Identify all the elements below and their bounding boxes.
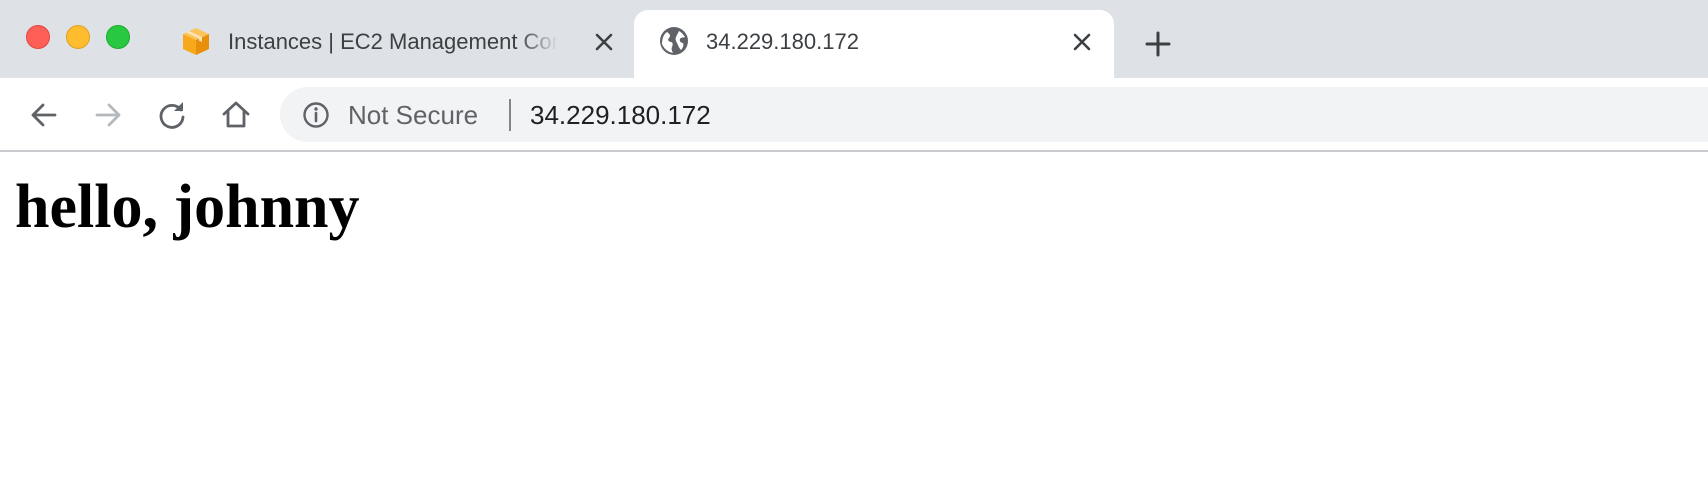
- home-icon[interactable]: [219, 98, 253, 132]
- page-content: hello, johnny: [0, 154, 1708, 498]
- address-separator: [509, 99, 511, 131]
- globe-icon: [660, 27, 688, 55]
- forward-arrow-icon[interactable]: [91, 98, 125, 132]
- tab-ec2-instances[interactable]: Instances | EC2 Management Console: [162, 10, 626, 78]
- window-minimize-button[interactable]: [66, 25, 90, 49]
- reload-icon[interactable]: [155, 98, 189, 132]
- tab-title: 34.229.180.172: [706, 29, 859, 54]
- address-bar[interactable]: Not Secure 34.229.180.172: [280, 87, 1708, 142]
- page-heading: hello, johnny: [15, 173, 360, 241]
- new-tab-plus-icon[interactable]: [1142, 28, 1174, 60]
- aws-box-icon: [183, 28, 209, 55]
- tab-title: Instances | EC2 Management Console: [228, 29, 558, 54]
- info-icon[interactable]: [302, 101, 330, 129]
- back-arrow-icon[interactable]: [27, 98, 61, 132]
- tab-strip: Instances | EC2 Management Console 34.22…: [0, 0, 1708, 78]
- window-zoom-button[interactable]: [106, 25, 130, 49]
- tab-ip-address[interactable]: 34.229.180.172: [634, 10, 1114, 78]
- url-text[interactable]: 34.229.180.172: [530, 100, 711, 130]
- security-status-label[interactable]: Not Secure: [348, 100, 478, 130]
- window-close-button[interactable]: [26, 25, 50, 49]
- close-tab-icon[interactable]: [1070, 30, 1094, 54]
- browser-toolbar: Not Secure 34.229.180.172: [0, 78, 1708, 152]
- close-tab-icon[interactable]: [592, 30, 616, 54]
